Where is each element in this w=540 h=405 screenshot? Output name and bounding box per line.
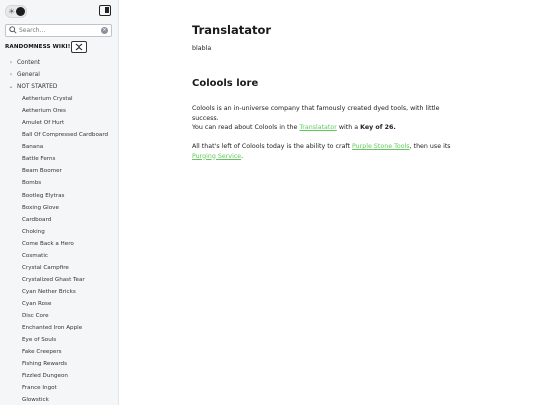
sidebar-page-item[interactable]: Bootleg Elytras — [0, 190, 118, 202]
layout-toggle-icon[interactable] — [99, 5, 111, 16]
sidebar-page-item[interactable]: Aetherium Ores — [0, 105, 118, 117]
sidebar-page-item[interactable]: Fizzled Dungeon — [0, 370, 118, 382]
sidebar-page-item[interactable]: Cardboard — [0, 214, 118, 226]
purple-stone-tools-link[interactable]: Purple Stone Tools — [352, 143, 410, 150]
collapse-all-button[interactable] — [71, 41, 87, 53]
sidebar-page-item[interactable]: Cyan Rose — [0, 298, 118, 310]
sidebar-page-item[interactable]: Come Back a Hero — [0, 238, 118, 250]
sidebar-page-item[interactable]: Glowstick — [0, 394, 118, 405]
sidebar-page-item[interactable]: Ball Of Compressed Cardboard — [0, 129, 118, 141]
nav-tree: › Content › General ⌄ NOT STARTED Aether… — [0, 57, 118, 405]
sun-icon: ☀ — [8, 7, 16, 16]
tree-folder[interactable]: › Content — [0, 57, 118, 69]
sidebar-page-item[interactable]: Fake Creepers — [0, 346, 118, 358]
moon-icon — [16, 7, 25, 16]
sidebar-page-item[interactable]: France Ingot — [0, 382, 118, 394]
sidebar-page-item[interactable]: Choking — [0, 226, 118, 238]
wiki-title[interactable]: RANDOMNESS WIKI! — [5, 44, 70, 50]
sidebar-page-item[interactable]: Eye of Souls — [0, 334, 118, 346]
sidebar-page-item[interactable]: Enchanted Iron Apple — [0, 322, 118, 334]
sidebar-page-item[interactable]: Crystalized Ghast Tear — [0, 274, 118, 286]
search-box[interactable]: × — [5, 24, 112, 37]
tree-folder[interactable]: ⌄ NOT STARTED — [0, 81, 118, 93]
tree-folder[interactable]: › General — [0, 69, 118, 81]
sidebar-page-item[interactable]: Boxing Glove — [0, 202, 118, 214]
sidebar-page-item[interactable]: Cyan Nether Bricks — [0, 286, 118, 298]
paragraph: blabla — [192, 45, 212, 52]
sidebar-page-item[interactable]: Crystal Campfire — [0, 262, 118, 274]
purging-service-link[interactable]: Purging Service — [192, 153, 241, 160]
page-list: Aetherium Crystal Aetherium Ores Amulet Of… — [0, 93, 118, 405]
sidebar-page-item[interactable]: Cosmatic — [0, 250, 118, 262]
sidebar-page-item[interactable]: Bombs — [0, 177, 118, 189]
sidebar-page-item[interactable]: Battle Ferns — [0, 153, 118, 165]
sidebar-page-item[interactable]: Amulet Of Hurt — [0, 117, 118, 129]
lore-paragraph-2: All that's left of Colools today is the … — [192, 143, 451, 160]
sidebar-page-item[interactable]: Beam Boomer — [0, 165, 118, 177]
chevron-right-icon: › — [9, 59, 13, 66]
collapse-icon — [75, 43, 83, 51]
sidebar: ☀ × RANDOMNESS WIKI! › Content › General… — [0, 0, 119, 405]
chevron-right-icon: › — [9, 71, 13, 79]
chevron-down-icon: ⌄ — [8, 83, 14, 91]
page-title: Translatator — [192, 23, 272, 37]
lore-paragraph: Colools is an in-universe company that f… — [192, 105, 440, 131]
search-input[interactable] — [19, 25, 99, 36]
key-text: Key of 26. — [360, 124, 396, 131]
translatator-link[interactable]: Translatator — [299, 124, 337, 131]
sidebar-page-item[interactable]: Disc Core — [0, 310, 118, 322]
sidebar-page-item[interactable]: Aetherium Crystal — [0, 93, 118, 105]
sidebar-page-item[interactable]: Fishing Rewards — [0, 358, 118, 370]
clear-search-icon[interactable]: × — [101, 27, 108, 34]
section-heading: Colools lore — [192, 78, 259, 89]
sidebar-page-item[interactable]: Banana — [0, 141, 118, 153]
search-icon — [9, 26, 17, 34]
sidebar-topbar: ☀ — [0, 0, 118, 22]
theme-toggle[interactable]: ☀ — [5, 5, 27, 18]
